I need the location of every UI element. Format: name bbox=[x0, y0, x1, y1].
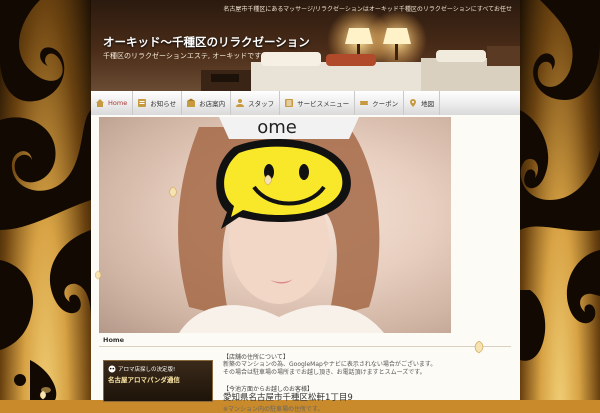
directions-heading: 【今池方面からお越しのお客様】 bbox=[223, 386, 314, 393]
address-footnote: ※マンション内の駐車場の住所です。 bbox=[223, 406, 324, 413]
site-header: 名古屋市千種区にあるマッサージ/リラクゼーションはオーキッド千種区のリラクゼーシ… bbox=[91, 0, 520, 91]
nav-label: お知らせ bbox=[150, 100, 177, 108]
panda-icon bbox=[108, 365, 116, 373]
nav-item-staff[interactable]: スタッフ bbox=[231, 91, 281, 115]
petal-icon bbox=[39, 390, 47, 400]
person-icon bbox=[236, 99, 245, 107]
petal-icon bbox=[94, 270, 102, 280]
right-decoration bbox=[520, 0, 600, 400]
petal-icon bbox=[474, 340, 484, 354]
banner-title: 名古屋アロマパンダ通信 bbox=[108, 376, 180, 384]
hero-photo: ome bbox=[99, 117, 451, 333]
house-icon bbox=[96, 99, 104, 107]
nav-item-service-menu[interactable]: サービスメニュー bbox=[280, 91, 356, 115]
nav-label: クーポン bbox=[372, 100, 399, 108]
breadcrumb-divider bbox=[99, 346, 511, 347]
banner-tagline: アロマ店探しの決定版! bbox=[118, 367, 176, 373]
nav-item-home[interactable]: Home bbox=[91, 91, 134, 115]
nav-label: 地図 bbox=[421, 100, 435, 108]
map-pin-icon bbox=[410, 99, 417, 107]
site-title[interactable]: オーキッド〜千種区のリラクゼーション bbox=[103, 34, 310, 50]
address-note-text-2: その場合は駐車場の場所までお越し頂き、お電話頂けますとスムーズです。 bbox=[223, 369, 426, 376]
sticker-text: ome bbox=[257, 117, 297, 138]
nav-label: サービスメニュー bbox=[297, 100, 350, 108]
address-note-heading: 【店舗の住所について】 bbox=[223, 354, 289, 361]
petal-icon bbox=[264, 174, 272, 186]
nav-item-news[interactable]: お知らせ bbox=[133, 91, 183, 115]
petal-icon bbox=[169, 186, 177, 198]
nav-item-shop-info[interactable]: お店案内 bbox=[182, 91, 232, 115]
site-description: 名古屋市千種区にあるマッサージ/リラクゼーションはオーキッド千種区のリラクゼーシ… bbox=[223, 6, 512, 13]
article-content: 【店舗の住所について】 新築のマンションの為、GoogleMapやナビに表示され… bbox=[223, 352, 513, 413]
hero-illustration: ome bbox=[178, 117, 384, 333]
site-subtitle: 千種区のリラクゼーションエステ, オーキッドです♪ bbox=[103, 52, 266, 60]
sidebar-banner-aroma-panda[interactable]: アロマ店探しの決定版! 名古屋アロマパンダ通信 bbox=[103, 360, 213, 402]
main-nav: Home お知らせ お店案内 スタッフ サービスメニュー クーポン 地図 bbox=[91, 91, 520, 116]
main-content-area: ome Home アロマ店探しの決定版! 名古屋アロマパンダ通信 【店舗の住所に… bbox=[91, 115, 520, 413]
page-wrapper: 名古屋市千種区にあるマッサージ/リラクゼーションはオーキッド千種区のリラクゼーシ… bbox=[91, 0, 520, 413]
nav-item-coupon[interactable]: クーポン bbox=[355, 91, 405, 115]
coupon-icon bbox=[360, 101, 369, 105]
shop-icon bbox=[187, 98, 196, 107]
menu-icon bbox=[285, 99, 294, 107]
nav-label: お店案内 bbox=[199, 100, 226, 108]
breadcrumb: Home bbox=[103, 336, 124, 344]
left-decoration bbox=[0, 0, 91, 400]
nav-item-map[interactable]: 地図 bbox=[404, 91, 441, 115]
shop-address: 愛知県名古屋市千種区松軒1丁目9 bbox=[223, 393, 353, 403]
nav-label: Home bbox=[108, 99, 128, 107]
address-note-text-1: 新築のマンションの為、GoogleMapやナビに表示されない場合がございます。 bbox=[223, 361, 437, 368]
breadcrumb-home-link[interactable]: Home bbox=[103, 336, 124, 344]
news-icon bbox=[138, 99, 147, 107]
nav-label: スタッフ bbox=[248, 100, 275, 108]
